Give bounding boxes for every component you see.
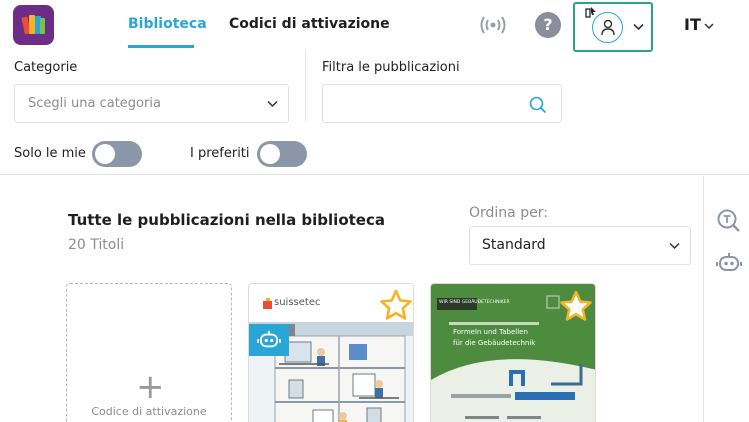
robot-icon[interactable]	[716, 252, 742, 274]
book-card[interactable]: suissetec	[248, 283, 414, 422]
chevron-down-icon	[669, 242, 680, 250]
favorites-label: I preferiti	[190, 146, 250, 161]
category-label: Categorie	[14, 60, 78, 75]
active-tab-indicator	[128, 45, 194, 48]
only-mine-toggle[interactable]	[92, 141, 142, 167]
filter-search-input[interactable]	[322, 84, 562, 123]
avatar[interactable]	[592, 12, 623, 43]
book-series: WIR SIND GEBÄUDETECHNIKER	[439, 300, 510, 305]
filter-label: Filtra le pubblicazioni	[322, 60, 460, 75]
robot-badge[interactable]	[249, 324, 289, 356]
add-card-label: Codice di attivazione	[91, 405, 207, 418]
only-mine-label: Solo le mie	[14, 146, 86, 161]
sort-label: Ordina per:	[469, 205, 548, 221]
title-count: 20 Titoli	[68, 237, 125, 253]
chevron-down-icon[interactable]	[704, 23, 714, 30]
books-icon	[21, 15, 45, 35]
broadcast-icon[interactable]	[480, 13, 506, 37]
page: Biblioteca Codici di attivazione ? IT Ca…	[0, 0, 749, 422]
app-logo[interactable]	[13, 5, 54, 45]
book-title-line1: Formeln und Tabellen	[453, 328, 528, 336]
category-select[interactable]: Scegli una categoria	[14, 84, 289, 123]
robot-icon	[257, 330, 281, 348]
favorites-toggle[interactable]	[257, 141, 307, 167]
user-icon	[601, 19, 615, 36]
divider	[305, 50, 306, 121]
add-activation-code-card[interactable]: + Codice di attivazione	[66, 283, 232, 422]
tab-biblioteca[interactable]: Biblioteca	[128, 16, 207, 32]
language-selector[interactable]: IT	[684, 15, 701, 34]
toggle-knob	[95, 144, 115, 164]
search-icon[interactable]	[529, 96, 547, 114]
help-button[interactable]: ?	[535, 12, 561, 38]
user-menu-button[interactable]	[573, 2, 653, 52]
page-title: Tutte le pubblicazioni nella biblioteca	[68, 211, 385, 229]
top-header: Biblioteca Codici di attivazione ? IT	[0, 0, 749, 52]
sort-value: Standard	[482, 237, 546, 253]
right-rail	[703, 176, 749, 422]
chevron-down-icon	[267, 100, 278, 108]
star-icon[interactable]	[559, 290, 593, 324]
book-title-line2: für die Gebäudetechnik	[453, 339, 536, 347]
filters-panel: Categorie Scegli una categoria Filtra le…	[0, 50, 749, 175]
sort-select[interactable]: Standard	[469, 226, 691, 265]
toggle-knob	[260, 144, 280, 164]
search-text-icon[interactable]	[716, 208, 742, 234]
category-placeholder: Scegli una categoria	[28, 96, 161, 111]
star-icon[interactable]	[379, 289, 413, 323]
plus-icon: +	[136, 367, 165, 407]
tab-codici-attivazione[interactable]: Codici di attivazione	[229, 16, 390, 32]
book-card[interactable]: WIR SIND GEBÄUDETECHNIKER Formeln und Ta…	[430, 283, 596, 422]
chevron-down-icon	[633, 23, 644, 31]
book-publisher: suissetec	[274, 297, 321, 308]
